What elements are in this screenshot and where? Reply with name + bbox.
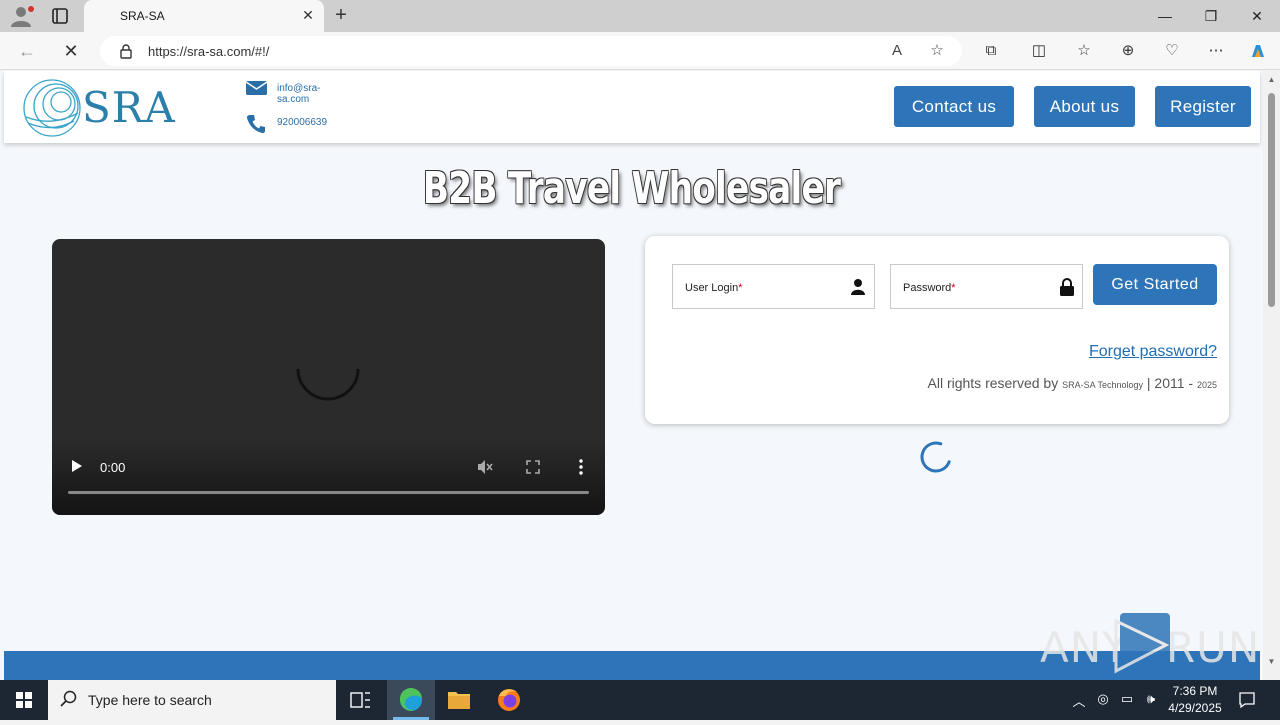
promo-video[interactable]: 0:00 bbox=[52, 239, 605, 515]
task-view-icon[interactable] bbox=[336, 680, 384, 720]
envelope-icon bbox=[245, 80, 268, 100]
read-aloud-icon[interactable]: A bbox=[888, 42, 906, 60]
required-mark: * bbox=[951, 282, 956, 294]
about-us-button[interactable]: About us bbox=[1034, 86, 1135, 127]
favorite-star-icon[interactable]: ☆ bbox=[928, 42, 946, 60]
show-hidden-icons[interactable]: ︿ bbox=[1070, 691, 1088, 709]
password-label: Password* bbox=[903, 282, 956, 294]
password-field[interactable]: Password* bbox=[890, 264, 1083, 309]
scroll-thumb[interactable] bbox=[1268, 93, 1275, 307]
url-text[interactable]: https://sra-sa.com/#!/ bbox=[148, 44, 269, 59]
email-text[interactable]: info@sra-sa.com bbox=[277, 83, 321, 105]
search-placeholder: Type here to search bbox=[88, 692, 212, 708]
restore-icon[interactable]: ❐ bbox=[1188, 4, 1234, 28]
video-controls: 0:00 bbox=[52, 439, 605, 515]
tab-title: SRA-SA bbox=[120, 9, 165, 23]
user-icon bbox=[850, 278, 866, 296]
network-icon[interactable]: ▭ bbox=[1118, 691, 1136, 709]
rights-prefix: All rights reserved by bbox=[927, 375, 1059, 391]
page-viewport: SRA info@sra-sa.com 920006639 Contact us… bbox=[0, 71, 1263, 680]
rights-year: 2025 bbox=[1196, 380, 1217, 390]
rights-company: SRA-SA Technology bbox=[1062, 380, 1143, 390]
tab-actions-icon[interactable] bbox=[48, 6, 72, 26]
firefox-icon[interactable] bbox=[485, 680, 533, 720]
rights-separator: | 2011 - bbox=[1146, 375, 1194, 391]
login-card: User Login* Password* Get Started Forget… bbox=[645, 236, 1229, 424]
scroll-down-icon[interactable]: ▼ bbox=[1266, 657, 1277, 667]
split-screen-icon[interactable]: ◫ bbox=[1028, 41, 1050, 61]
file-explorer-icon[interactable] bbox=[435, 680, 483, 720]
tab-sra-sa[interactable]: SRA-SA ✕ bbox=[84, 0, 324, 32]
contact-us-button[interactable]: Contact us bbox=[894, 86, 1014, 127]
video-loading-spinner-icon bbox=[296, 368, 360, 401]
video-progress-bar[interactable] bbox=[68, 491, 589, 494]
play-logo-icon bbox=[1114, 613, 1170, 674]
close-tab-icon[interactable]: ✕ bbox=[300, 7, 316, 23]
forget-password-link[interactable]: Forget password? bbox=[1089, 343, 1217, 361]
get-started-button[interactable]: Get Started bbox=[1093, 264, 1217, 305]
page-scrollbar[interactable]: ▲ ▼ bbox=[1263, 71, 1280, 680]
windows-taskbar: Type here to search ︿ ◎ ▭ 🕪 7:36 PM 4/29… bbox=[0, 680, 1280, 720]
clock-date: 4/29/2025 bbox=[1168, 701, 1222, 715]
edge-taskbar-icon[interactable] bbox=[387, 680, 435, 720]
close-window-icon[interactable]: ✕ bbox=[1234, 4, 1280, 28]
browser-essentials-icon[interactable]: ♡ bbox=[1161, 41, 1183, 61]
taskbar-search[interactable]: Type here to search bbox=[48, 680, 336, 720]
lock-icon[interactable] bbox=[118, 43, 134, 59]
collections-icon[interactable]: ⊕ bbox=[1117, 41, 1139, 61]
volume-icon[interactable]: 🕪 bbox=[1142, 691, 1160, 709]
password-label-text: Password bbox=[903, 282, 952, 294]
logo-text: SRA bbox=[82, 83, 176, 132]
new-tab-icon[interactable]: + bbox=[330, 5, 352, 27]
minimize-icon[interactable]: — bbox=[1142, 4, 1188, 28]
lock-icon bbox=[1059, 278, 1075, 296]
windows-start-icon[interactable] bbox=[0, 680, 48, 720]
scroll-up-icon[interactable]: ▲ bbox=[1266, 75, 1277, 85]
required-mark: * bbox=[738, 282, 743, 294]
browser-toolbar: ← ✕ https://sra-sa.com/#!/ A ☆ ⧉ ◫ ☆ ⊕ ♡… bbox=[0, 32, 1280, 70]
play-icon[interactable] bbox=[70, 459, 84, 473]
globe-logo-icon bbox=[23, 79, 81, 137]
profile-icon[interactable] bbox=[8, 4, 36, 28]
video-time: 0:00 bbox=[100, 460, 126, 475]
page-title: B2B Travel Wholesaler bbox=[422, 163, 841, 214]
clock-time: 7:36 PM bbox=[1172, 684, 1218, 698]
phone-text[interactable]: 920006639 bbox=[277, 117, 327, 128]
fullscreen-icon[interactable] bbox=[524, 458, 542, 476]
watermark-right: RUN bbox=[1166, 623, 1261, 672]
user-login-label-text: User Login bbox=[685, 282, 739, 294]
user-login-label: User Login* bbox=[685, 282, 742, 294]
site-header: SRA info@sra-sa.com 920006639 Contact us… bbox=[4, 71, 1260, 143]
user-login-field[interactable]: User Login* bbox=[672, 264, 875, 309]
notification-dot bbox=[28, 6, 34, 12]
copilot-icon[interactable] bbox=[1247, 41, 1269, 61]
more-options-icon[interactable] bbox=[572, 458, 590, 476]
meet-now-icon[interactable]: ◎ bbox=[1094, 691, 1112, 709]
stop-loading-icon[interactable]: ✕ bbox=[58, 39, 84, 63]
browser-tab-bar: SRA-SA ✕ + — ❐ ✕ bbox=[0, 0, 1280, 32]
muted-volume-icon[interactable] bbox=[476, 458, 494, 476]
phone-icon bbox=[246, 114, 268, 134]
favorites-icon[interactable]: ☆ bbox=[1073, 41, 1095, 61]
register-button[interactable]: Register bbox=[1155, 86, 1251, 127]
address-bar[interactable]: https://sra-sa.com/#!/ A ☆ bbox=[100, 36, 962, 66]
sra-logo[interactable]: SRA bbox=[22, 77, 175, 139]
settings-more-icon[interactable]: ⋯ bbox=[1205, 41, 1227, 61]
notifications-icon[interactable] bbox=[1238, 691, 1256, 709]
copyright-text: All rights reserved by SRA-SA Technology… bbox=[928, 375, 1218, 391]
page-loading-spinner-icon bbox=[920, 441, 951, 473]
anyrun-watermark: ANY RUN bbox=[1040, 609, 1259, 674]
back-icon[interactable]: ← bbox=[14, 39, 40, 63]
extensions-icon[interactable]: ⧉ bbox=[980, 41, 1002, 61]
search-icon bbox=[60, 690, 78, 713]
system-clock[interactable]: 7:36 PM 4/29/2025 bbox=[1160, 683, 1230, 717]
